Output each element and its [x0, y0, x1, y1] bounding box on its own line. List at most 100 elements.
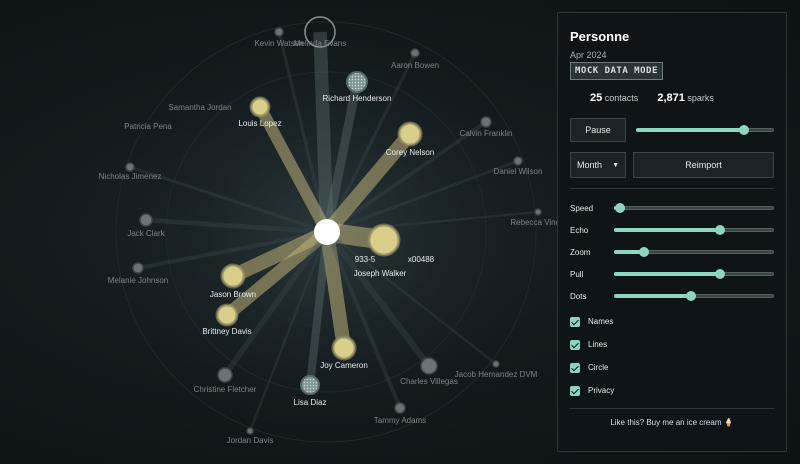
- speed-slider[interactable]: [614, 202, 774, 214]
- node-label: Samantha Jordan: [168, 103, 232, 112]
- reimport-button[interactable]: Reimport: [633, 152, 774, 178]
- pull-slider[interactable]: [614, 268, 774, 280]
- slider-row-speed: Speed: [570, 197, 774, 219]
- slider-row-dots: Dots: [570, 285, 774, 307]
- mock-data-badge: MOCK DATA MODE: [570, 62, 663, 80]
- center-node[interactable]: [314, 219, 340, 245]
- node-label: Jason Brown: [209, 290, 257, 299]
- playback-speed-slider[interactable]: [636, 124, 774, 136]
- slider-row-pull: Pull: [570, 263, 774, 285]
- contact-node[interactable]: [394, 402, 406, 414]
- contact-node[interactable]: [249, 96, 271, 118]
- node-label: x00488: [407, 255, 435, 264]
- slider-knob[interactable]: [615, 203, 626, 213]
- contact-node[interactable]: [139, 213, 153, 227]
- speed-label: Speed: [570, 203, 594, 213]
- slider-knob[interactable]: [639, 247, 650, 257]
- node-label: Melanie Johnson: [107, 276, 169, 285]
- echo-slider[interactable]: [614, 224, 774, 236]
- contacts-label: contacts: [604, 93, 639, 103]
- contact-node[interactable]: [220, 263, 246, 289]
- contact-node[interactable]: [331, 335, 357, 361]
- app-title: Personne: [570, 29, 630, 44]
- node-label: Jordan Davis: [226, 436, 274, 445]
- stats-row: 25 contacts 2,871 sparks: [570, 92, 774, 104]
- contact-node[interactable]: [246, 427, 254, 435]
- contact-node[interactable]: [492, 360, 500, 368]
- pull-label: Pull: [570, 269, 584, 279]
- zoom-label: Zoom: [570, 247, 591, 257]
- contact-node[interactable]: [346, 71, 368, 93]
- sparks-count: 2,871: [657, 92, 685, 104]
- contact-node[interactable]: [397, 121, 423, 147]
- node-label: Charles Villegas: [400, 377, 458, 386]
- node-label: Christine Fletcher: [193, 385, 257, 394]
- settings-sliders: Speed Echo Zoom Pull Dots: [570, 197, 774, 307]
- contact-node[interactable]: [480, 116, 492, 128]
- checkbox-icon[interactable]: [570, 316, 580, 327]
- control-panel: Personne Apr 2024 MOCK DATA MODE 25 cont…: [557, 12, 787, 452]
- node-label: Daniel Wilson: [493, 167, 543, 176]
- node-label: 933-5: [354, 255, 376, 264]
- node-label: Calvin Franklin: [459, 129, 513, 138]
- dots-label: Dots: [570, 291, 587, 301]
- echo-label: Echo: [570, 225, 589, 235]
- slider-knob[interactable]: [714, 225, 725, 235]
- contact-node[interactable]: [215, 303, 239, 327]
- circle-label: Circle: [588, 363, 609, 372]
- node-label: Lisa Diaz: [293, 398, 327, 407]
- chevron-down-icon: ▼: [612, 161, 619, 169]
- graph-canvas[interactable]: [0, 0, 560, 464]
- dots-slider[interactable]: [614, 290, 774, 302]
- contact-node[interactable]: [410, 48, 420, 58]
- contacts-count: 25: [590, 92, 603, 104]
- lines-checkbox[interactable]: Lines: [570, 333, 774, 356]
- slider-knob[interactable]: [685, 291, 696, 301]
- node-label: Aaron Bowen: [390, 61, 440, 70]
- slider-knob[interactable]: [738, 125, 749, 135]
- period-select[interactable]: Month ▼: [570, 152, 626, 178]
- node-label: Brittney Davis: [202, 327, 252, 336]
- link: [313, 31, 334, 233]
- names-checkbox[interactable]: Names: [570, 310, 774, 333]
- node-label: Jacob Hernandez DVM: [454, 370, 538, 379]
- contact-node[interactable]: [300, 375, 320, 395]
- current-date: Apr 2024: [570, 50, 607, 60]
- contact-graph[interactable]: Kevin Watson Melinda Evans Aaron Bowen Rich…: [0, 0, 560, 464]
- zoom-slider[interactable]: [614, 246, 774, 258]
- contact-node[interactable]: [132, 262, 144, 274]
- checkbox-icon[interactable]: [570, 385, 580, 396]
- contact-node[interactable]: [274, 27, 284, 37]
- contact-node[interactable]: [367, 223, 401, 257]
- node-label: Rebecca Vinc: [510, 218, 560, 227]
- pause-button[interactable]: Pause: [570, 118, 626, 142]
- slider-row-zoom: Zoom: [570, 241, 774, 263]
- node-label: Joseph Walker: [353, 269, 407, 278]
- contact-node[interactable]: [420, 357, 438, 375]
- node-label: Jack Clark: [127, 229, 165, 238]
- node-label: Melinda Evans: [293, 39, 347, 48]
- node-label: Corey Nelson: [385, 148, 435, 157]
- slider-row-echo: Echo: [570, 219, 774, 241]
- circle-checkbox[interactable]: Circle: [570, 356, 774, 379]
- privacy-label: Privacy: [588, 386, 615, 395]
- node-label: Louis Lopez: [238, 119, 282, 128]
- lines-label: Lines: [588, 340, 608, 349]
- checkbox-icon[interactable]: [570, 339, 580, 350]
- display-options: Names Lines Circle Privacy: [570, 310, 774, 402]
- contact-node[interactable]: [534, 208, 542, 216]
- node-label: Richard Henderson: [322, 94, 392, 103]
- node-label: Patricia Pena: [124, 122, 172, 131]
- contact-node[interactable]: [513, 156, 523, 166]
- names-label: Names: [588, 317, 614, 326]
- node-label: Joy Cameron: [320, 361, 368, 370]
- contact-node[interactable]: [125, 162, 135, 172]
- support-link[interactable]: Like this? Buy me an ice cream 🍦: [570, 408, 774, 427]
- contact-node[interactable]: [217, 367, 233, 383]
- sparks-label: sparks: [687, 93, 714, 103]
- privacy-checkbox[interactable]: Privacy: [570, 379, 774, 402]
- node-label: Nicholas Jimenez: [98, 172, 162, 181]
- node-label: Tammy Adams: [373, 416, 427, 425]
- slider-knob[interactable]: [714, 269, 725, 279]
- checkbox-icon[interactable]: [570, 362, 580, 373]
